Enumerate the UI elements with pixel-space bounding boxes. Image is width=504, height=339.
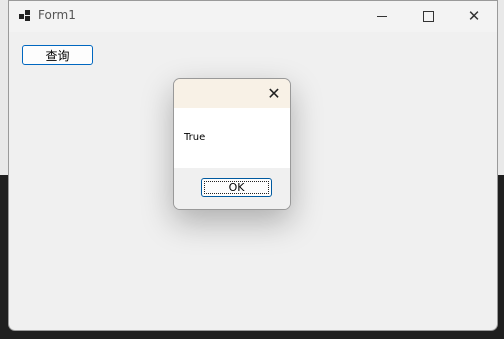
message-dialog: ✕ True OK [173,78,291,210]
title-bar[interactable]: Form1 ✕ [9,1,497,32]
dialog-footer: OK [174,168,290,209]
dialog-message: True [184,132,206,143]
maximize-icon [422,11,434,22]
minimize-icon [377,16,387,17]
app-icon [19,10,31,22]
window-title: Form1 [38,8,76,22]
maximize-button[interactable] [405,1,451,32]
query-button[interactable]: 查询 [22,45,93,65]
ok-button[interactable]: OK [201,178,272,197]
close-icon: ✕ [267,83,281,103]
close-button[interactable]: ✕ [451,1,497,32]
dialog-close-button[interactable]: ✕ [266,83,282,103]
ok-label: OK [228,181,245,194]
dialog-body: True [174,108,290,168]
dialog-header: ✕ [174,79,290,108]
minimize-button[interactable] [359,1,405,32]
close-icon: ✕ [467,7,481,25]
